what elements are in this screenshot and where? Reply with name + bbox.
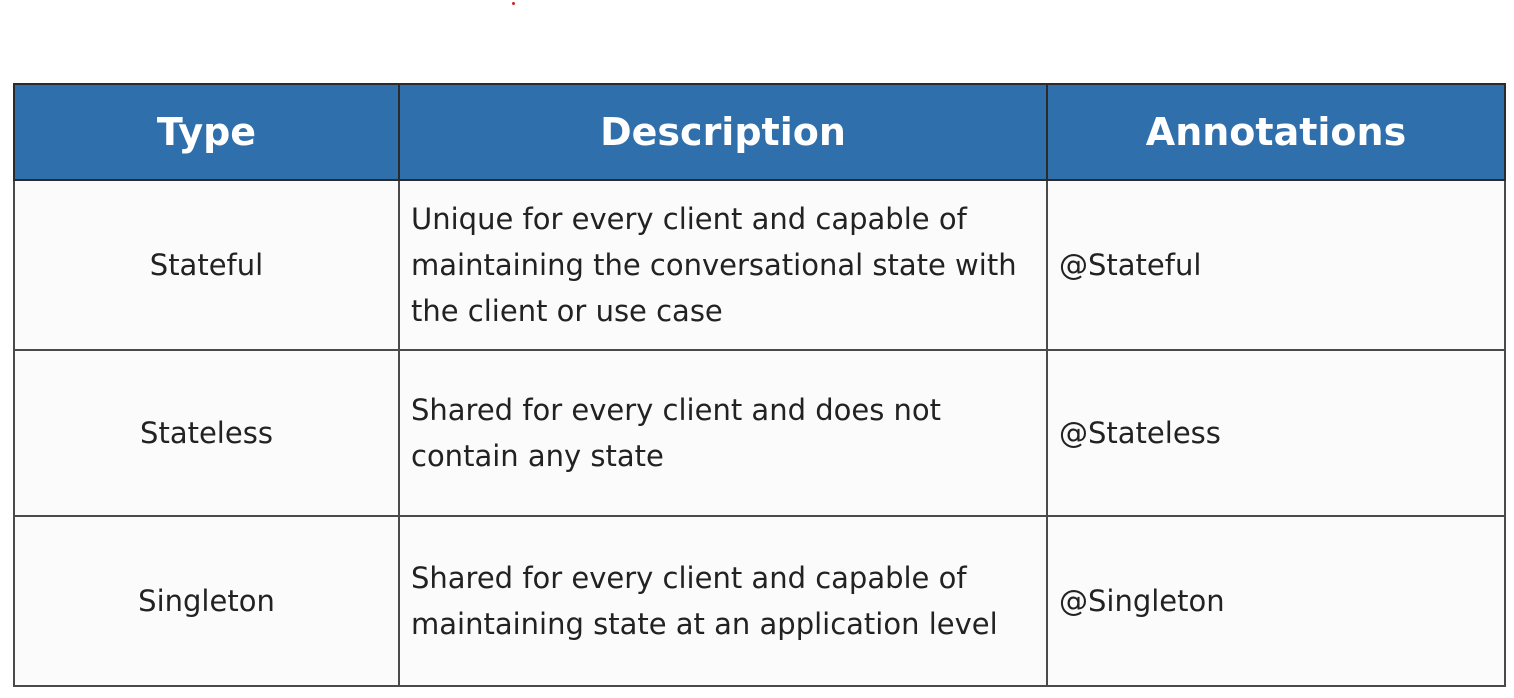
annotation-cell: @Singleton (1046, 515, 1506, 687)
type-cell: Singleton (13, 515, 400, 687)
header-type: Type (13, 83, 400, 181)
table-row: Singleton Shared for every client and ca… (13, 515, 1506, 687)
header-row: Type Description Annotations (13, 83, 1506, 181)
annotation-cell: @Stateful (1046, 179, 1506, 351)
slide: Type Description Annotations Stateful Un… (0, 0, 1514, 698)
table-row: Stateful Unique for every client and cap… (13, 179, 1506, 351)
header-description: Description (398, 83, 1048, 181)
header-annotations: Annotations (1046, 83, 1506, 181)
table-body: Stateful Unique for every client and cap… (13, 179, 1506, 687)
annotation-cell: @Stateless (1046, 349, 1506, 517)
pointer-dot (512, 2, 515, 5)
table-row: Stateless Shared for every client and do… (13, 349, 1506, 517)
description-cell: Shared for every client and does not con… (398, 349, 1048, 517)
session-bean-types-table: Type Description Annotations Stateful Un… (13, 83, 1506, 687)
description-cell: Unique for every client and capable of m… (398, 179, 1048, 351)
type-cell: Stateless (13, 349, 400, 517)
table-header: Type Description Annotations (13, 83, 1506, 181)
type-cell: Stateful (13, 179, 400, 351)
description-cell: Shared for every client and capable of m… (398, 515, 1048, 687)
